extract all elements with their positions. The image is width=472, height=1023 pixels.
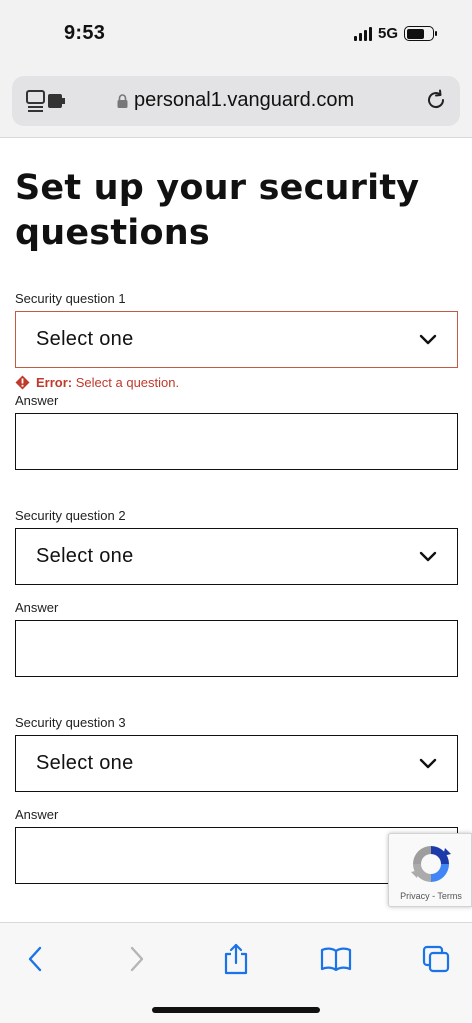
security-question-2-select[interactable]: Select one — [15, 528, 458, 585]
select-value: Select one — [36, 328, 134, 350]
security-question-1-select[interactable]: Select one — [15, 311, 458, 368]
error-text: Select a question. — [75, 375, 180, 390]
answer-3-label: Answer — [15, 807, 59, 822]
reload-icon[interactable] — [424, 88, 448, 112]
status-bar: 9:53 5G — [0, 0, 472, 70]
answer-1-input[interactable] — [15, 413, 458, 470]
recaptcha-links[interactable]: Privacy - Terms — [389, 891, 472, 901]
book-icon — [320, 947, 352, 972]
status-time: 9:53 — [64, 22, 106, 44]
battery-icon — [404, 26, 437, 41]
share-button[interactable] — [218, 941, 254, 977]
share-icon — [224, 943, 248, 975]
answer-2-input[interactable] — [15, 620, 458, 677]
network-type: 5G — [377, 25, 398, 42]
tabs-icon[interactable] — [26, 90, 68, 112]
url-display[interactable]: personal1.vanguard.com — [117, 89, 354, 112]
back-button[interactable] — [17, 941, 53, 977]
security-question-1-error: Error: Select a question. — [15, 375, 179, 390]
address-bar[interactable]: personal1.vanguard.com — [12, 76, 460, 126]
chevron-down-icon — [419, 758, 437, 768]
page-title: Set up your security questions — [15, 168, 420, 253]
answer-1-label: Answer — [15, 393, 59, 408]
chevron-down-icon — [419, 334, 437, 344]
tab-switcher-button[interactable] — [418, 941, 454, 977]
error-diamond-icon — [15, 375, 30, 390]
forward-chevron-icon — [130, 946, 144, 972]
back-chevron-icon — [28, 946, 42, 972]
select-value: Select one — [36, 752, 134, 774]
signal-icon — [353, 26, 372, 41]
forward-button[interactable] — [119, 941, 155, 977]
tabs-overview-icon — [422, 945, 450, 973]
home-indicator — [152, 1007, 320, 1013]
url-text: personal1.vanguard.com — [134, 89, 355, 111]
bookmarks-button[interactable] — [318, 941, 354, 977]
security-question-3-select[interactable]: Select one — [15, 735, 458, 792]
select-value: Select one — [36, 545, 134, 567]
recaptcha-badge[interactable]: Privacy - Terms — [388, 833, 472, 907]
recaptcha-icon — [411, 846, 451, 882]
chevron-down-icon — [419, 551, 437, 561]
status-indicators: 5G — [353, 25, 437, 42]
error-prefix: Error: — [36, 375, 73, 390]
security-question-3-label: Security question 3 — [15, 715, 126, 730]
answer-2-label: Answer — [15, 600, 59, 615]
browser-address-area: personal1.vanguard.com — [0, 70, 472, 138]
security-question-1-label: Security question 1 — [15, 291, 126, 306]
security-question-2-label: Security question 2 — [15, 508, 126, 523]
lock-icon — [117, 93, 128, 108]
